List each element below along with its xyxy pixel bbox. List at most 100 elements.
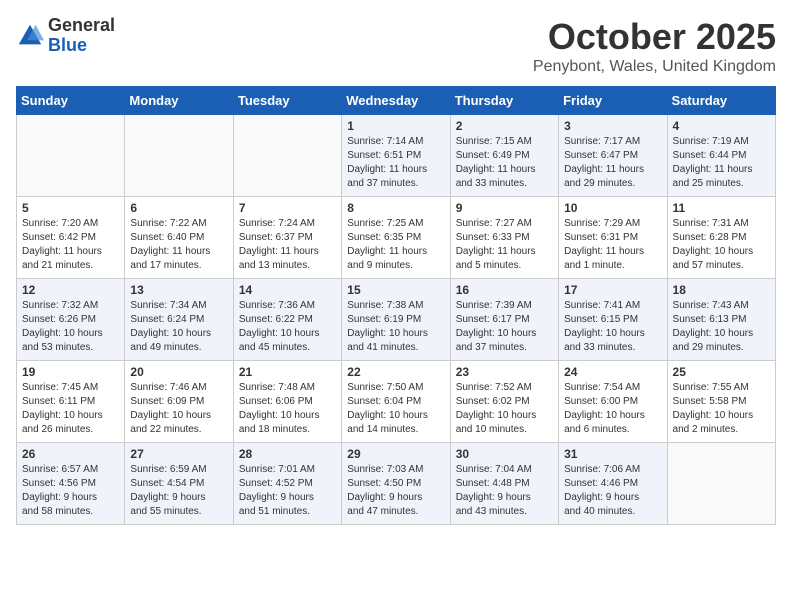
cell-week3-day4: 16Sunrise: 7:39 AM Sunset: 6:17 PM Dayli… <box>450 279 558 361</box>
day-number: 30 <box>456 447 553 461</box>
day-number: 17 <box>564 283 661 297</box>
day-info: Sunrise: 7:01 AM Sunset: 4:52 PM Dayligh… <box>239 463 336 519</box>
logo-general: General <box>48 16 115 36</box>
day-info: Sunrise: 7:34 AM Sunset: 6:24 PM Dayligh… <box>130 299 227 355</box>
cell-week4-day6: 25Sunrise: 7:55 AM Sunset: 5:58 PM Dayli… <box>667 361 775 443</box>
day-number: 24 <box>564 365 661 379</box>
day-info: Sunrise: 7:19 AM Sunset: 6:44 PM Dayligh… <box>673 135 770 191</box>
day-number: 25 <box>673 365 770 379</box>
day-number: 28 <box>239 447 336 461</box>
day-number: 20 <box>130 365 227 379</box>
cell-week1-day6: 4 Sunrise: 7:19 AM Sunset: 6:44 PM Daylig… <box>667 115 775 197</box>
day-number: 1 <box>347 119 444 133</box>
day-info: Sunrise: 7:31 AM Sunset: 6:28 PM Dayligh… <box>673 217 770 273</box>
cell-week4-day0: 19 Sunrise: 7:45 AM Sunset: 6:11 PM Dayli… <box>17 361 125 443</box>
day-number: 11 <box>673 201 770 215</box>
day-number: 2 <box>456 119 553 133</box>
cell-week1-day5: 3Sunrise: 7:17 AM Sunset: 6:47 PM Daylig… <box>559 115 667 197</box>
day-number: 13 <box>130 283 227 297</box>
day-number: 12 <box>22 283 119 297</box>
header-tuesday: Tuesday <box>233 87 341 115</box>
cell-week1-day1 <box>125 115 233 197</box>
cell-week2-day0: 5 Sunrise: 7:20 AM Sunset: 6:42 PM Daylig… <box>17 197 125 279</box>
week-row-3: 12 Sunrise: 7:32 AM Sunset: 6:26 PM Dayli… <box>17 279 776 361</box>
day-info: Sunrise: 6:59 AM Sunset: 4:54 PM Dayligh… <box>130 463 227 519</box>
day-info: Sunrise: 6:57 AM Sunset: 4:56 PM Dayligh… <box>22 463 119 519</box>
week-row-2: 5 Sunrise: 7:20 AM Sunset: 6:42 PM Daylig… <box>17 197 776 279</box>
day-number: 23 <box>456 365 553 379</box>
day-info: Sunrise: 7:50 AM Sunset: 6:04 PM Dayligh… <box>347 381 444 437</box>
day-number: 9 <box>456 201 553 215</box>
day-info: Sunrise: 7:36 AM Sunset: 6:22 PM Dayligh… <box>239 299 336 355</box>
day-number: 18 <box>673 283 770 297</box>
cell-week5-day1: 27 Sunrise: 6:59 AM Sunset: 4:54 PM Dayli… <box>125 443 233 525</box>
cell-week1-day4: 2 Sunrise: 7:15 AM Sunset: 6:49 PM Daylig… <box>450 115 558 197</box>
day-number: 14 <box>239 283 336 297</box>
cell-week3-day3: 15 Sunrise: 7:38 AM Sunset: 6:19 PM Dayli… <box>342 279 450 361</box>
day-number: 16 <box>456 283 553 297</box>
day-info: Sunrise: 7:46 AM Sunset: 6:09 PM Dayligh… <box>130 381 227 437</box>
day-info: Sunrise: 7:45 AM Sunset: 6:11 PM Dayligh… <box>22 381 119 437</box>
cell-week5-day2: 28 Sunrise: 7:01 AM Sunset: 4:52 PM Dayli… <box>233 443 341 525</box>
weekday-header-row: SundayMondayTuesdayWednesdayThursdayFrid… <box>17 87 776 115</box>
day-number: 21 <box>239 365 336 379</box>
day-info: Sunrise: 7:25 AM Sunset: 6:35 PM Dayligh… <box>347 217 444 273</box>
day-info: Sunrise: 7:43 AM Sunset: 6:13 PM Dayligh… <box>673 299 770 355</box>
day-number: 29 <box>347 447 444 461</box>
header-saturday: Saturday <box>667 87 775 115</box>
header-wednesday: Wednesday <box>342 87 450 115</box>
cell-week2-day2: 7 Sunrise: 7:24 AM Sunset: 6:37 PM Daylig… <box>233 197 341 279</box>
day-number: 5 <box>22 201 119 215</box>
header-monday: Monday <box>125 87 233 115</box>
cell-week3-day2: 14 Sunrise: 7:36 AM Sunset: 6:22 PM Dayli… <box>233 279 341 361</box>
cell-week5-day5: 31 Sunrise: 7:06 AM Sunset: 4:46 PM Dayli… <box>559 443 667 525</box>
cell-week2-day6: 11 Sunrise: 7:31 AM Sunset: 6:28 PM Dayli… <box>667 197 775 279</box>
week-row-5: 26 Sunrise: 6:57 AM Sunset: 4:56 PM Dayli… <box>17 443 776 525</box>
cell-week2-day4: 9Sunrise: 7:27 AM Sunset: 6:33 PM Daylig… <box>450 197 558 279</box>
day-number: 31 <box>564 447 661 461</box>
cell-week3-day6: 18 Sunrise: 7:43 AM Sunset: 6:13 PM Dayli… <box>667 279 775 361</box>
header-friday: Friday <box>559 87 667 115</box>
cell-week5-day4: 30 Sunrise: 7:04 AM Sunset: 4:48 PM Dayli… <box>450 443 558 525</box>
page-header: General Blue October 2025 Penybont, Wale… <box>16 16 776 76</box>
day-number: 4 <box>673 119 770 133</box>
cell-week1-day0 <box>17 115 125 197</box>
day-info: Sunrise: 7:38 AM Sunset: 6:19 PM Dayligh… <box>347 299 444 355</box>
day-info: Sunrise: 7:15 AM Sunset: 6:49 PM Dayligh… <box>456 135 553 191</box>
day-number: 26 <box>22 447 119 461</box>
logo-text: General Blue <box>48 16 115 56</box>
day-number: 7 <box>239 201 336 215</box>
cell-week4-day3: 22Sunrise: 7:50 AM Sunset: 6:04 PM Dayli… <box>342 361 450 443</box>
cell-week4-day1: 20 Sunrise: 7:46 AM Sunset: 6:09 PM Dayli… <box>125 361 233 443</box>
day-info: Sunrise: 7:03 AM Sunset: 4:50 PM Dayligh… <box>347 463 444 519</box>
day-info: Sunrise: 7:48 AM Sunset: 6:06 PM Dayligh… <box>239 381 336 437</box>
day-info: Sunrise: 7:20 AM Sunset: 6:42 PM Dayligh… <box>22 217 119 273</box>
cell-week2-day1: 6 Sunrise: 7:22 AM Sunset: 6:40 PM Daylig… <box>125 197 233 279</box>
day-number: 27 <box>130 447 227 461</box>
calendar-table: SundayMondayTuesdayWednesdayThursdayFrid… <box>16 86 776 525</box>
day-info: Sunrise: 7:17 AM Sunset: 6:47 PM Dayligh… <box>564 135 661 191</box>
cell-week4-day2: 21 Sunrise: 7:48 AM Sunset: 6:06 PM Dayli… <box>233 361 341 443</box>
cell-week1-day2 <box>233 115 341 197</box>
day-info: Sunrise: 7:32 AM Sunset: 6:26 PM Dayligh… <box>22 299 119 355</box>
day-number: 15 <box>347 283 444 297</box>
cell-week1-day3: 1 Sunrise: 7:14 AM Sunset: 6:51 PM Daylig… <box>342 115 450 197</box>
day-info: Sunrise: 7:14 AM Sunset: 6:51 PM Dayligh… <box>347 135 444 191</box>
day-info: Sunrise: 7:29 AM Sunset: 6:31 PM Dayligh… <box>564 217 661 273</box>
day-info: Sunrise: 7:54 AM Sunset: 6:00 PM Dayligh… <box>564 381 661 437</box>
cell-week3-day5: 17 Sunrise: 7:41 AM Sunset: 6:15 PM Dayli… <box>559 279 667 361</box>
day-info: Sunrise: 7:04 AM Sunset: 4:48 PM Dayligh… <box>456 463 553 519</box>
day-info: Sunrise: 7:41 AM Sunset: 6:15 PM Dayligh… <box>564 299 661 355</box>
day-number: 19 <box>22 365 119 379</box>
cell-week4-day5: 24 Sunrise: 7:54 AM Sunset: 6:00 PM Dayli… <box>559 361 667 443</box>
cell-week3-day1: 13 Sunrise: 7:34 AM Sunset: 6:24 PM Dayli… <box>125 279 233 361</box>
day-number: 6 <box>130 201 227 215</box>
location: Penybont, Wales, United Kingdom <box>533 58 776 76</box>
day-info: Sunrise: 7:22 AM Sunset: 6:40 PM Dayligh… <box>130 217 227 273</box>
day-info: Sunrise: 7:24 AM Sunset: 6:37 PM Dayligh… <box>239 217 336 273</box>
month-title: October 2025 <box>533 16 776 58</box>
day-info: Sunrise: 7:06 AM Sunset: 4:46 PM Dayligh… <box>564 463 661 519</box>
day-number: 10 <box>564 201 661 215</box>
title-block: October 2025 Penybont, Wales, United Kin… <box>533 16 776 76</box>
cell-week5-day3: 29 Sunrise: 7:03 AM Sunset: 4:50 PM Dayli… <box>342 443 450 525</box>
